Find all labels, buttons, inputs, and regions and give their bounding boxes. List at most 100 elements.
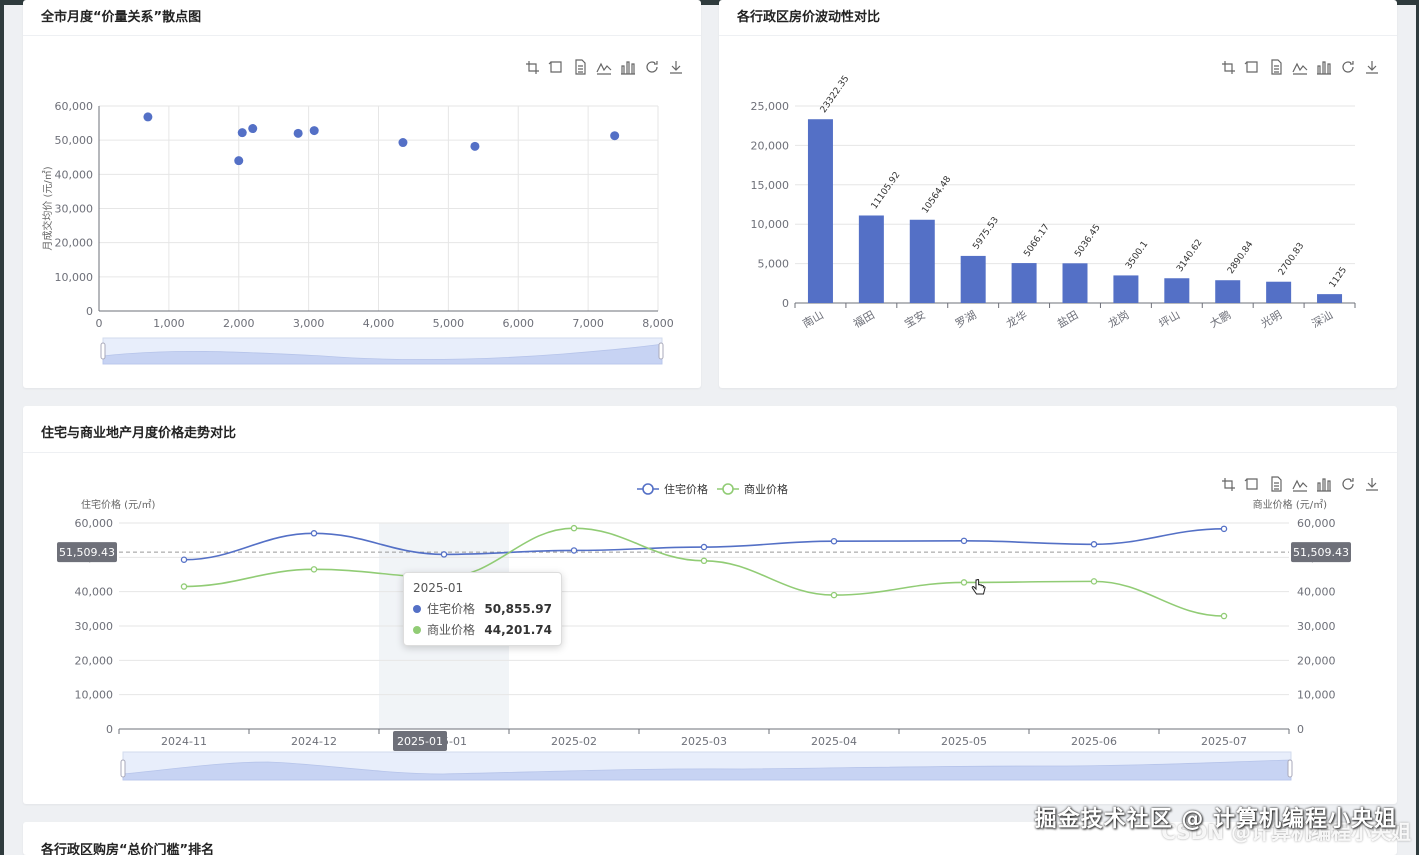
x-tick-label: 2025-06 bbox=[1071, 735, 1117, 748]
bar bbox=[1062, 263, 1088, 303]
legend-marker bbox=[722, 483, 734, 495]
bar-value-label: 3500.1 bbox=[1124, 240, 1150, 272]
volatility-bar-chart[interactable]: 0 5,000 10,000 15,000 20,000 25,000 23322.35 南山… bbox=[719, 0, 1397, 388]
y-tick-label-left: 20,000 bbox=[75, 654, 114, 667]
bar-value-label: 11105.92 bbox=[870, 170, 903, 211]
y-tick-label: 20,000 bbox=[55, 237, 94, 250]
x-tick-label: 大鹏 bbox=[1207, 307, 1233, 330]
tooltip-row-label: 住宅价格 bbox=[427, 602, 476, 616]
scatter-chart[interactable]: 0 10,000 20,000 30,000 40,000 50,000 60,000 0 1,… bbox=[23, 0, 701, 388]
mean-label-left: 51,509.43 bbox=[59, 546, 115, 559]
bar-value-label: 1125 bbox=[1328, 265, 1349, 289]
x-tick-label: 4,000 bbox=[363, 317, 395, 330]
bar bbox=[960, 255, 986, 303]
series-point bbox=[1090, 578, 1098, 585]
series-point bbox=[570, 547, 578, 554]
x-tick-label: 罗湖 bbox=[953, 308, 979, 330]
y-tick-label: 25,000 bbox=[751, 100, 790, 113]
x-tick-label: 2025-04 bbox=[811, 735, 857, 748]
juejin-watermark: 掘金技术社区 @ 计算机编程小央姐 bbox=[1034, 807, 1397, 832]
x-tick-label: 5,000 bbox=[433, 317, 465, 330]
zoom-handle-right bbox=[1287, 759, 1293, 778]
x-tick-label: 2,000 bbox=[223, 317, 255, 330]
trend-card: 住宅与商业地产月度价格走势对比 0 0 10,000 10,000 20,000 20,0… bbox=[23, 406, 1397, 804]
volatility-card: 各行政区房价波动性对比 0 5,000 10,000 15,000 20,000 25,0… bbox=[719, 0, 1397, 388]
scatter-point bbox=[248, 124, 258, 134]
series-point bbox=[180, 583, 188, 590]
y-tick-label-left: 40,000 bbox=[75, 586, 114, 599]
x-tick-label: 2025-05 bbox=[941, 735, 987, 748]
series-point bbox=[440, 551, 448, 558]
bar bbox=[1215, 280, 1241, 303]
window-left-edge bbox=[0, 0, 4, 855]
series-point bbox=[1220, 525, 1228, 533]
bar bbox=[1266, 281, 1292, 303]
series-point bbox=[1090, 541, 1098, 548]
x-tick-label: 光明 bbox=[1258, 307, 1284, 330]
scatter-point bbox=[470, 141, 480, 151]
x-tick-label: 3,000 bbox=[293, 317, 325, 330]
x-tick-label: 福田 bbox=[851, 307, 877, 330]
x-tick-label: 7,000 bbox=[572, 317, 604, 330]
bar bbox=[1113, 275, 1139, 303]
y-tick-label-right: 20,000 bbox=[1297, 654, 1336, 667]
series-point bbox=[1220, 612, 1228, 620]
series-point bbox=[310, 566, 318, 573]
y-tick-label: 60,000 bbox=[55, 100, 94, 113]
y-tick-label-right: 60,000 bbox=[1297, 517, 1336, 530]
series-point bbox=[960, 579, 968, 586]
scatter-point bbox=[293, 128, 303, 138]
series-point bbox=[570, 524, 578, 532]
x-tick-label: 2025-07 bbox=[1201, 735, 1247, 748]
y-tick-label: 50,000 bbox=[55, 134, 94, 147]
axis-pointer-label: 2025-01 bbox=[397, 735, 443, 748]
y-tick-label-right: 10,000 bbox=[1297, 689, 1336, 702]
scatter-point bbox=[234, 156, 244, 166]
tooltip-row: 商业价格 44,201.74 bbox=[413, 621, 552, 638]
series-point bbox=[180, 556, 188, 563]
bar-value-label: 5066.17 bbox=[1022, 223, 1052, 259]
y-tick-label-left: 0 bbox=[106, 723, 113, 736]
series-point bbox=[700, 557, 708, 565]
y-axis-label-left: 住宅价格 (元/㎡) bbox=[81, 498, 155, 511]
x-tick-label: 2024-11 bbox=[161, 735, 207, 748]
tooltip-title: 2025-01 bbox=[413, 581, 464, 595]
legend-marker bbox=[642, 483, 654, 495]
trend-line-chart[interactable]: 0 0 10,000 10,000 20,000 20,000 30,000 30,000 40… bbox=[23, 406, 1397, 804]
y-tick-label: 30,000 bbox=[55, 203, 94, 216]
x-tick-label: 2025-02 bbox=[551, 735, 597, 748]
series-point bbox=[310, 530, 318, 537]
y-tick-label: 15,000 bbox=[751, 179, 790, 192]
scatter-card: 全市月度“价量关系”散点图 0 10,000 20,000 30,000 40,000 5… bbox=[23, 0, 701, 388]
x-tick-label: 龙华 bbox=[1004, 307, 1030, 330]
scatter-point bbox=[237, 128, 247, 138]
trend-tooltip: 2025-01 住宅价格 50,855.97 商业价格 44,201.74 bbox=[403, 572, 562, 646]
x-tick-label: 8,000 bbox=[642, 317, 674, 330]
y-axis-label: 月成交均价 (元/㎡) bbox=[41, 166, 54, 250]
bar bbox=[807, 119, 833, 303]
mean-label-right: 51,509.43 bbox=[1293, 546, 1349, 559]
x-tick-label: 2024-12 bbox=[291, 735, 337, 748]
scatter-point bbox=[610, 131, 620, 141]
zoom-handle-right bbox=[658, 342, 664, 360]
x-tick-label: 深汕 bbox=[1309, 308, 1335, 330]
y-axis-label-right: 商业价格 (元/㎡) bbox=[1253, 498, 1327, 511]
legend-label: 住宅价格 bbox=[664, 482, 708, 496]
tooltip-row: 住宅价格 50,855.97 bbox=[413, 600, 552, 617]
ranking-card-title: 各行政区购房“总价门槛”排名 bbox=[41, 843, 215, 855]
x-tick-label: 宝安 bbox=[902, 307, 928, 330]
scatter-point bbox=[309, 126, 319, 136]
scatter-point bbox=[143, 112, 153, 122]
bar bbox=[1317, 294, 1343, 303]
y-tick-label-right: 40,000 bbox=[1297, 586, 1336, 599]
hand-cursor-icon bbox=[971, 579, 986, 595]
bar-value-label: 10564.48 bbox=[921, 174, 954, 215]
y-tick-label-left: 60,000 bbox=[75, 517, 114, 530]
y-tick-label-right: 30,000 bbox=[1297, 620, 1336, 633]
legend-label: 商业价格 bbox=[744, 482, 788, 496]
bar-value-label: 2890.84 bbox=[1226, 239, 1256, 275]
bar bbox=[858, 215, 884, 303]
series-point bbox=[830, 591, 838, 599]
x-tick-label: 2025-03 bbox=[681, 735, 727, 748]
y-tick-label-right: 0 bbox=[1297, 723, 1304, 736]
